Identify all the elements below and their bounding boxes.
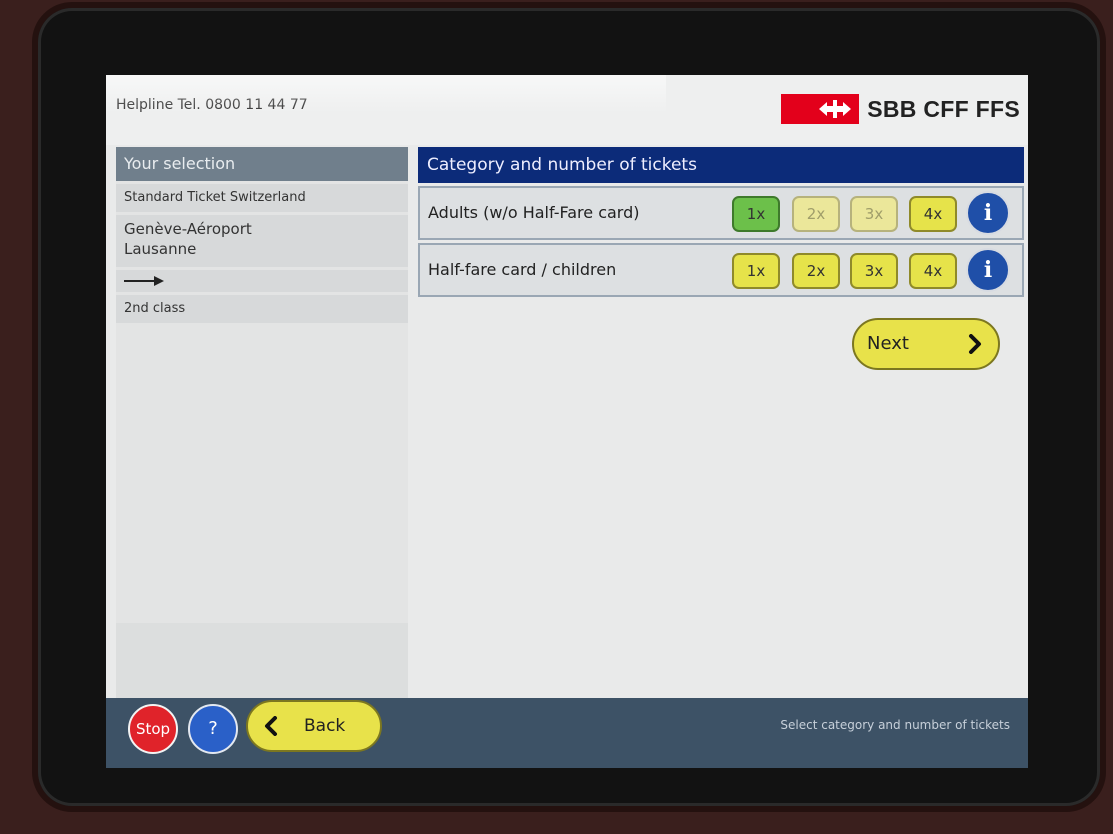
adults-2x-button[interactable]: 2x <box>792 196 840 232</box>
category-title: Category and number of tickets <box>418 147 1024 183</box>
helpline-text: Helpline Tel. 0800 11 44 77 <box>116 97 308 113</box>
category-label: Adults (w/o Half-Fare card) <box>428 203 640 222</box>
travel-class: 2nd class <box>116 295 408 323</box>
adults-info-icon[interactable]: i <box>966 191 1010 235</box>
category-row-half-fare: Half-fare card / children 1x 2x 3x 4x i <box>418 243 1024 297</box>
half-fare-3x-button[interactable]: 3x <box>850 253 898 289</box>
half-fare-4x-button[interactable]: 4x <box>909 253 957 289</box>
status-text: Select category and number of tickets <box>780 718 1010 732</box>
category-row-adults: Adults (w/o Half-Fare card) 1x 2x 3x 4x … <box>418 186 1024 240</box>
header: Helpline Tel. 0800 11 44 77 SBB CFF FFS <box>106 75 1028 145</box>
back-button[interactable]: Back <box>246 700 382 752</box>
ticket-machine-screen: Helpline Tel. 0800 11 44 77 SBB CFF FFS … <box>106 75 1028 768</box>
back-label: Back <box>304 716 346 736</box>
adults-4x-button[interactable]: 4x <box>909 196 957 232</box>
next-label: Next <box>867 333 909 354</box>
selection-panel-footer <box>116 623 408 698</box>
route-from: Genève-Aéroport <box>124 220 252 238</box>
sbb-logo-arrows-icon <box>781 94 860 124</box>
adults-1x-button[interactable]: 1x <box>732 196 780 232</box>
route: Genève-Aéroport Lausanne <box>116 215 408 267</box>
arrow-right-icon <box>124 276 164 286</box>
selection-panel: Your selection Standard Ticket Switzerla… <box>116 147 408 695</box>
help-icon[interactable]: ? <box>188 704 238 754</box>
half-fare-2x-button[interactable]: 2x <box>792 253 840 289</box>
selection-title: Your selection <box>116 147 408 181</box>
adults-3x-button[interactable]: 3x <box>850 196 898 232</box>
chevron-right-icon <box>969 334 981 354</box>
stop-button[interactable]: Stop <box>128 704 178 754</box>
route-to: Lausanne <box>124 240 197 258</box>
sbb-logo: SBB CFF FFS <box>781 93 1020 125</box>
next-button[interactable]: Next <box>852 318 1000 370</box>
category-label: Half-fare card / children <box>428 260 617 279</box>
brand-name: SBB CFF FFS <box>867 95 1020 122</box>
half-fare-1x-button[interactable]: 1x <box>732 253 780 289</box>
direction-row <box>116 270 408 292</box>
half-fare-info-icon[interactable]: i <box>966 248 1010 292</box>
ticket-type: Standard Ticket Switzerland <box>116 184 408 212</box>
chevron-left-icon <box>265 716 277 736</box>
footer-bar: Stop ? Back Select category and number o… <box>106 698 1028 768</box>
